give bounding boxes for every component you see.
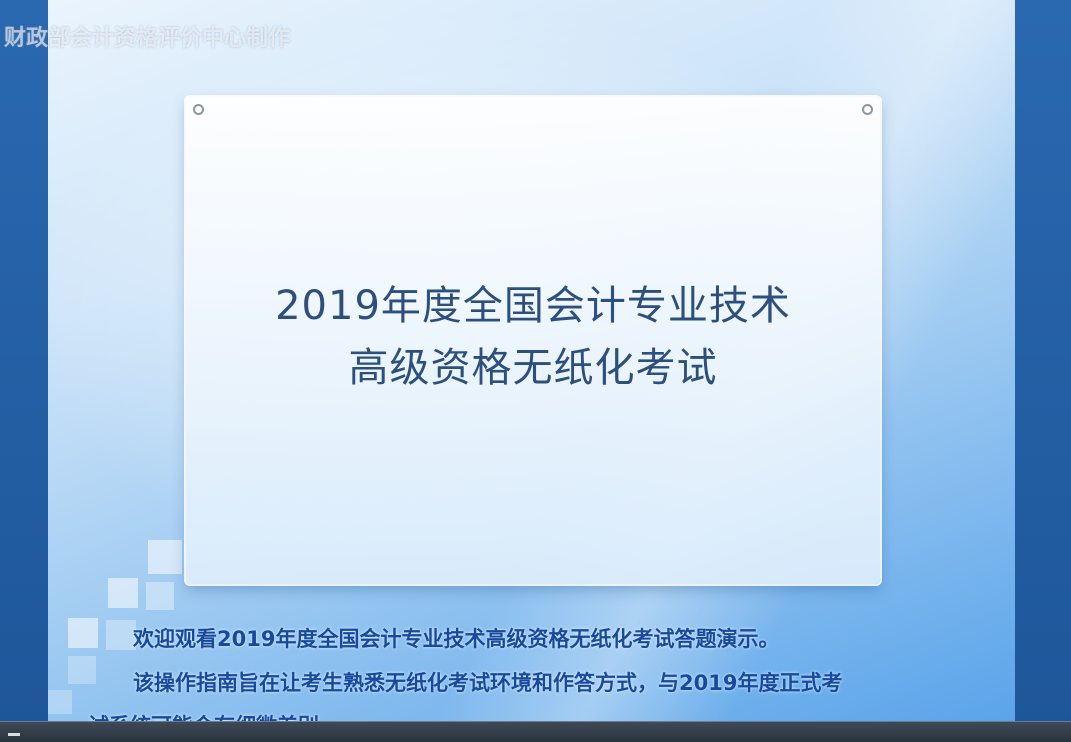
decorative-square	[48, 690, 72, 714]
screw-icon	[862, 104, 873, 115]
slide-title: 2019年度全国会计专业技术 高级资格无纸化考试	[186, 275, 880, 399]
left-side-bar	[0, 0, 48, 742]
decorative-square	[68, 656, 96, 684]
decorative-square	[146, 582, 174, 610]
decorative-square	[148, 540, 182, 574]
video-slide[interactable]: 2019年度全国会计专业技术 高级资格无纸化考试	[48, 0, 1015, 722]
right-side-bar	[1015, 0, 1071, 742]
decorative-square	[68, 618, 98, 648]
decorative-square	[106, 620, 136, 650]
caption-line-1: 欢迎观看2019年度全国会计专业技术高级资格无纸化考试答题演示。	[133, 627, 780, 651]
player-control-bar[interactable]	[0, 721, 1071, 742]
screw-icon	[193, 104, 204, 115]
caption-line-2: 该操作指南旨在让考生熟悉无纸化考试环境和作答方式，与2019年度正式考	[133, 671, 843, 695]
watermark: 财政部会计资格评价中心制作	[4, 26, 291, 51]
title-panel: 2019年度全国会计专业技术 高级资格无纸化考试	[186, 97, 880, 584]
slide-title-line-2: 高级资格无纸化考试	[348, 345, 718, 391]
decorative-square	[108, 578, 138, 608]
slide-title-line-1: 2019年度全国会计专业技术	[275, 283, 791, 329]
progress-marker-icon	[8, 733, 20, 736]
